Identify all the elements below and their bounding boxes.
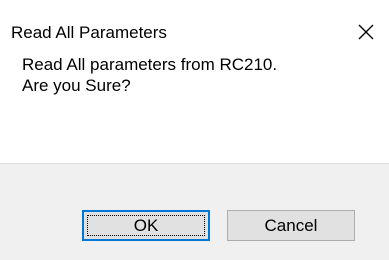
- message-text: Read All parameters from RC210. Are you …: [22, 54, 277, 96]
- window-title: Read All Parameters: [11, 23, 167, 42]
- title-bar: Read All Parameters: [0, 0, 389, 62]
- confirm-dialog: Read All Parameters Read All parameters …: [0, 0, 389, 260]
- message-line-2: Are you Sure?: [22, 76, 131, 95]
- dialog-body: Read All parameters from RC210. Are you …: [0, 55, 389, 163]
- ok-button-label: OK: [133, 215, 159, 235]
- close-icon: [358, 24, 374, 40]
- ok-button[interactable]: OK: [82, 210, 210, 241]
- cancel-button[interactable]: Cancel: [227, 210, 355, 241]
- button-bar: OK Cancel: [0, 163, 389, 260]
- close-button[interactable]: [343, 10, 389, 54]
- message-line-1: Read All parameters from RC210.: [22, 55, 278, 74]
- cancel-button-label: Cancel: [264, 215, 318, 235]
